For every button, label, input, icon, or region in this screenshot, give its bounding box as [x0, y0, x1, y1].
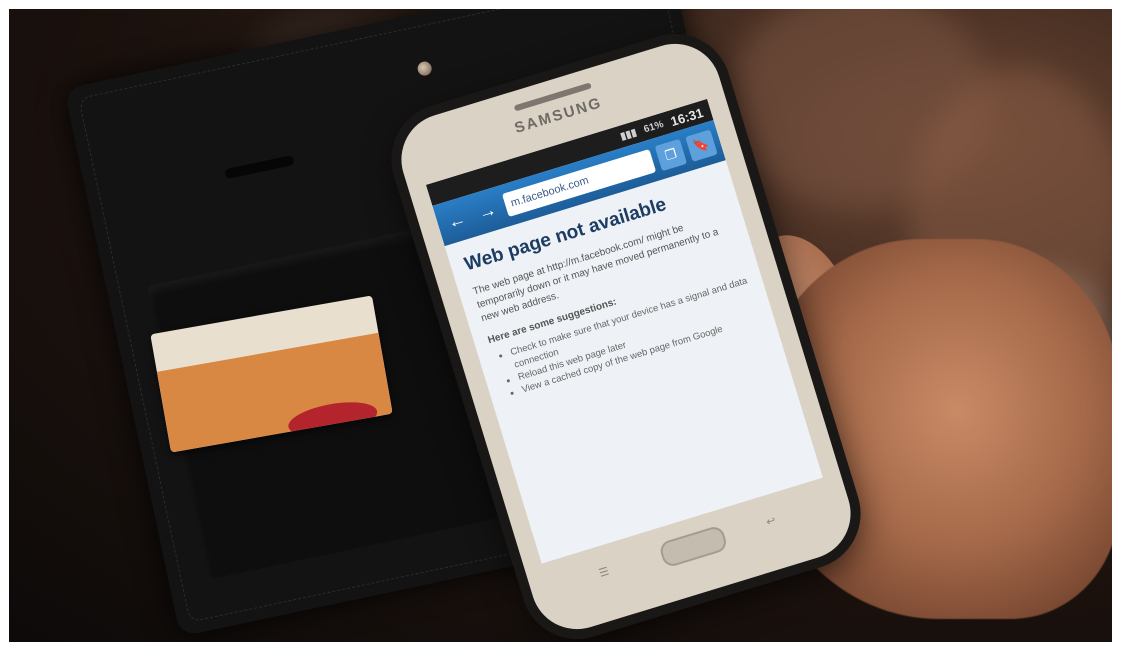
arrow-right-icon[interactable]: →: [471, 195, 503, 227]
bookmark-icon[interactable]: 🔖: [685, 129, 718, 162]
menu-softkey-icon[interactable]: ☰: [597, 562, 619, 580]
arrow-left-icon[interactable]: ←: [440, 204, 472, 236]
photo-frame: SAMSUNG ▮▮▮ 61% 16:31 ← → m.facebook.com…: [9, 9, 1112, 642]
home-button[interactable]: [657, 524, 729, 569]
battery-level: 61%: [642, 118, 665, 135]
back-softkey-icon[interactable]: ↩: [765, 510, 787, 529]
signal-icon: ▮▮▮: [619, 126, 639, 143]
windows-icon[interactable]: ❐: [654, 138, 688, 172]
